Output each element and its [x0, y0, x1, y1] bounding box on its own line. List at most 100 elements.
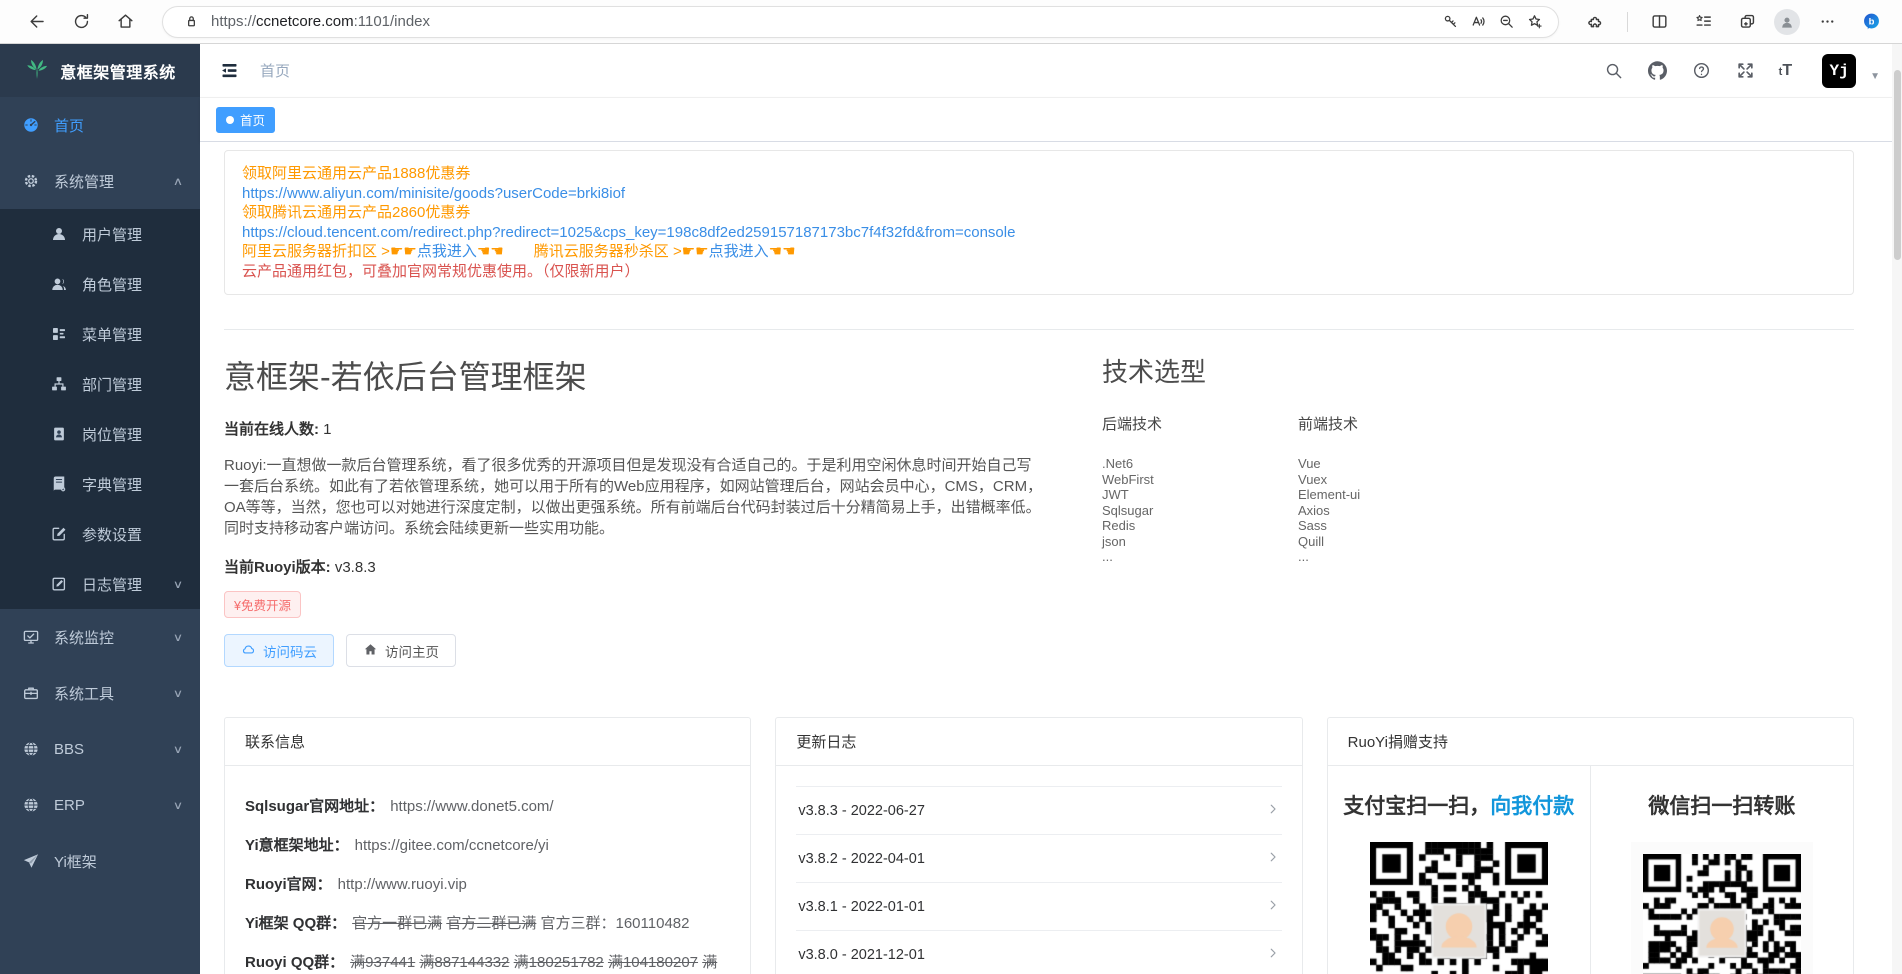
contact-struck-value: 满937441 — [350, 954, 415, 971]
org-icon — [48, 373, 70, 395]
alipay-column: 支付宝扫一扫，向我付款 — [1328, 766, 1590, 974]
visit-homepage-button[interactable]: 访问主页 — [346, 634, 456, 667]
scrollbar-thumb[interactable] — [1894, 70, 1901, 260]
lock-icon[interactable] — [177, 8, 205, 36]
changelog-version: v3.8.2 - 2022-04-01 — [798, 851, 925, 867]
app-logo: 意框架管理系统 — [0, 44, 200, 97]
sidebar-item-用户管理[interactable]: 用户管理 — [0, 209, 200, 259]
profile-icon[interactable] — [1774, 9, 1800, 35]
changelog-row[interactable]: v3.8.0 - 2021-12-01 — [796, 931, 1281, 974]
notice-link[interactable]: https://www.aliyun.com/minisite/goods?us… — [242, 185, 625, 202]
sidebar-item-BBS[interactable]: BBS∨ — [0, 721, 200, 777]
contact-label: Yi意框架地址： — [245, 837, 349, 854]
sidebar-item-label: 日志管理 — [82, 574, 142, 595]
tech-item: Sass — [1298, 518, 1494, 534]
favorite-add-icon[interactable] — [1520, 8, 1548, 36]
sidebar-item-label: 菜单管理 — [82, 324, 142, 345]
sidebar-item-参数设置[interactable]: 参数设置 — [0, 509, 200, 559]
font-size-icon[interactable]: tT — [1779, 62, 1792, 80]
contact-row: Yi框架 QQ群：官方一群已满 官方二群已满 官方三群：160110482 — [245, 913, 730, 934]
collections-icon[interactable] — [1686, 5, 1720, 39]
split-screen-icon[interactable] — [1642, 5, 1676, 39]
question-icon[interactable] — [1691, 60, 1713, 82]
key-icon[interactable] — [1436, 8, 1464, 36]
sidebar-item-系统管理[interactable]: 系统管理∧ — [0, 153, 200, 209]
chevron-right-icon — [1266, 802, 1280, 820]
notice-line: https://cloud.tencent.com/redirect.php?r… — [242, 223, 1836, 243]
tech-title: 技术选型 — [1102, 352, 1854, 389]
chevron-right-icon — [1266, 850, 1280, 868]
tag-home[interactable]: 首页 — [216, 107, 275, 133]
donate-card-title: RuoYi捐赠支持 — [1328, 718, 1853, 766]
sidebar-item-ERP[interactable]: ERP∨ — [0, 777, 200, 833]
back-icon[interactable] — [20, 5, 54, 39]
sidebar-submenu: 用户管理角色管理菜单管理部门管理岗位管理字典管理参数设置日志管理 ∨ — [0, 209, 200, 609]
contact-value: 官方三群：160110482 — [541, 915, 690, 932]
more-icon[interactable] — [1810, 5, 1844, 39]
sidebar-item-系统监控[interactable]: 系统监控∨ — [0, 609, 200, 665]
tab-copies-icon[interactable] — [1730, 5, 1764, 39]
zoom-out-icon[interactable] — [1492, 8, 1520, 36]
extensions-icon[interactable] — [1579, 5, 1613, 39]
contact-row: Sqlsugar官网地址：https://www.donet5.com/ — [245, 796, 730, 817]
fullscreen-icon[interactable] — [1735, 60, 1757, 82]
alipay-heading: 支付宝扫一扫，向我付款 — [1338, 790, 1580, 820]
notice-line: 云产品通用红包，可叠加官网常规优惠使用。（仅限新用户） — [242, 262, 1836, 282]
sidebar-item-系统工具[interactable]: 系统工具∨ — [0, 665, 200, 721]
badge-icon — [48, 423, 70, 445]
sidebar-item-菜单管理[interactable]: 菜单管理 — [0, 309, 200, 359]
sidebar-item-岗位管理[interactable]: 岗位管理 — [0, 409, 200, 459]
user-avatar[interactable]: Yj — [1822, 54, 1856, 88]
version-line: 当前Ruoyi版本: v3.8.3 — [224, 556, 1044, 577]
sidebar-item-label: 系统监控 — [54, 627, 114, 648]
sidebar-item-首页[interactable]: 首页 — [0, 97, 200, 153]
leaf-logo-icon — [24, 55, 50, 86]
search-icon[interactable] — [1603, 60, 1625, 82]
sidebar-item-字典管理[interactable]: 字典管理 — [0, 459, 200, 509]
url-text: https://ccnetcore.com:1101/index — [211, 13, 1436, 30]
sidebar-item-label: BBS — [54, 741, 84, 758]
notice-link[interactable]: 点我进入 — [709, 243, 769, 260]
sidebar-item-Yi框架[interactable]: Yi框架 — [0, 833, 200, 889]
contact-label: Ruoyi QQ群： — [245, 954, 344, 971]
browser-scrollbar — [1892, 44, 1902, 974]
notice-line: 阿里云服务器折扣区 >☛☛点我进入☚☚ 腾讯云服务器秒杀区 >☛☛点我进入☚☚ — [242, 242, 1836, 262]
contact-row: Yi意框架地址：https://gitee.com/ccnetcore/yi — [245, 835, 730, 856]
address-bar[interactable]: https://ccnetcore.com:1101/index — [162, 6, 1559, 38]
avatar-caret-icon[interactable]: ▼ — [1870, 71, 1880, 88]
changelog-row[interactable]: v3.8.3 - 2022-06-27 — [796, 787, 1281, 835]
sidebar-item-部门管理[interactable]: 部门管理 — [0, 359, 200, 409]
notice-link[interactable]: https://cloud.tencent.com/redirect.php?r… — [242, 224, 1015, 241]
dashboard-icon — [20, 114, 42, 136]
intro-paragraph: Ruoyi:一直想做一款后台管理系统，看了很多优秀的开源项目但是发现没有合适自己… — [224, 455, 1044, 539]
log-icon — [48, 573, 70, 595]
frontend-list: VueVuexElement-uiAxiosSassQuill... — [1298, 456, 1494, 565]
read-aloud-icon[interactable] — [1464, 8, 1492, 36]
app-title: 意框架管理系统 — [60, 59, 176, 83]
github-icon[interactable] — [1647, 60, 1669, 82]
intro-panel: 意框架-若依后台管理框架 当前在线人数: 1 Ruoyi:一直想做一款后台管理系… — [224, 329, 1854, 667]
sidebar-item-日志管理[interactable]: 日志管理 ∨ — [0, 559, 200, 609]
sidebar-menu: 首页系统管理∧用户管理角色管理菜单管理部门管理岗位管理字典管理参数设置日志管理 ∨… — [0, 97, 200, 974]
contact-row: Ruoyi官网：http://www.ruoyi.vip — [245, 874, 730, 895]
sidebar-item-角色管理[interactable]: 角色管理 — [0, 259, 200, 309]
chevron-down-icon: ∨ — [173, 578, 183, 591]
changelog-row[interactable]: v3.8.1 - 2022-01-01 — [796, 883, 1281, 931]
home-icon[interactable] — [108, 5, 142, 39]
visit-gitee-button[interactable]: 访问码云 — [224, 634, 334, 667]
refresh-icon[interactable] — [64, 5, 98, 39]
notice-text: ☚☚ — [477, 243, 504, 260]
tech-item: json — [1102, 534, 1298, 550]
sidebar-item-label: 角色管理 — [82, 274, 142, 295]
sidebar-fold-icon[interactable] — [216, 58, 242, 84]
changelog-row[interactable]: v3.8.2 - 2022-04-01 — [796, 835, 1281, 883]
notice-link[interactable]: 点我进入 — [417, 243, 477, 260]
notice-text: 云产品通用红包，可叠加官网常规优惠使用。（仅限新用户） — [242, 263, 640, 280]
tech-item: Element-ui — [1298, 487, 1494, 503]
svg-text:b: b — [1868, 16, 1874, 27]
changelog-version: v3.8.3 - 2022-06-27 — [798, 803, 925, 819]
toolbar-divider — [1627, 12, 1628, 32]
notice-text: 领取腾讯云通用云产品2860优惠券 — [242, 204, 470, 221]
copilot-icon[interactable]: b — [1854, 5, 1888, 39]
notice-text — [504, 243, 534, 260]
